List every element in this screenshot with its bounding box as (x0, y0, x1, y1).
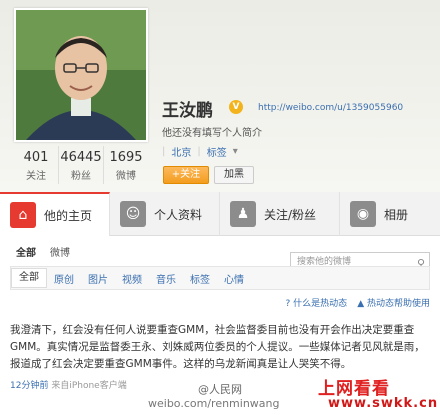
tab-profile-label: 个人资料 (154, 207, 203, 222)
hot-activity-help-label: 热动态帮助使用 (366, 299, 430, 309)
post-meta: 12分钟前 来自iPhone客户端 (10, 378, 127, 391)
filter-mood[interactable]: 心情 (217, 271, 251, 286)
profile-bio: 他还没有填写个人简介 (162, 128, 262, 139)
tab-home[interactable]: ⌂ 他的主页 (0, 192, 110, 236)
filter-tags[interactable]: 标签 (183, 271, 217, 286)
follow-icon: ♟ (230, 201, 256, 227)
chevron-down-icon[interactable]: ▾ (233, 146, 243, 157)
watermark-weibo-url: weibo.com/renminwang (148, 397, 280, 410)
tab-album-label: 相册 (384, 207, 409, 222)
watermark-renmin: @人民网 (198, 383, 242, 396)
camera-icon: ◉ (350, 201, 376, 227)
filter-music[interactable]: 音乐 (149, 271, 183, 286)
tag-link[interactable]: 标签 (207, 144, 227, 159)
feed-links: ? 什么是热动态 ▲ 热动态帮助使用 (286, 296, 430, 309)
stat-following[interactable]: 401 关注 (14, 146, 59, 184)
tab-home-label: 他的主页 (44, 208, 93, 223)
stat-followers-label: 粉丝 (71, 171, 91, 182)
tab-album[interactable]: ◉ 相册 (340, 192, 440, 236)
filter-weibo[interactable]: 微博 (50, 244, 70, 259)
profile-url-link[interactable]: http://weibo.com/u/1359055960 (258, 103, 403, 113)
hot-activity-link[interactable]: ? 什么是热动态 (286, 296, 348, 309)
profile-name: 王汝鹏 (162, 101, 213, 121)
stat-followers[interactable]: 46445 粉丝 (59, 146, 104, 184)
stat-posts-value: 1695 (109, 150, 143, 165)
avatar-photo (16, 10, 146, 140)
profile-stats: 401 关注 46445 粉丝 1695 微博 (14, 146, 148, 184)
post-text: 我澄清下，红会没有任何人说要重查GMM，社会监督委目前也没有开会作出决定要重查G… (10, 324, 425, 370)
filter-all-feeds[interactable]: 全部 (16, 244, 36, 259)
profile-meta: | 北京 | 标签 ▾ (162, 144, 243, 159)
post-source: 来自iPhone客户端 (51, 381, 127, 391)
location-link[interactable]: 北京 (171, 144, 191, 159)
filter-images[interactable]: 图片 (81, 271, 115, 286)
watermark-site-en: www.swkk.cn (328, 396, 439, 411)
stat-posts-label: 微博 (116, 171, 136, 182)
stat-followers-value: 46445 (60, 150, 102, 165)
home-icon: ⌂ (10, 202, 36, 228)
stat-following-value: 401 (23, 150, 49, 165)
profile-header: 401 关注 46445 粉丝 1695 微博 王汝鹏 V 5 http://w… (0, 0, 440, 192)
separator: | (162, 146, 166, 157)
block-button[interactable]: 加黑 (214, 166, 254, 184)
tab-follow-label: 关注/粉丝 (264, 207, 317, 222)
filter-video[interactable]: 视频 (115, 271, 149, 286)
filter-all[interactable]: 全部 (11, 268, 47, 288)
hot-activity-help-link[interactable]: ▲ 热动态帮助使用 (357, 296, 430, 309)
filter-original[interactable]: 原创 (47, 271, 81, 286)
verified-badge-icon[interactable]: V (229, 100, 243, 114)
avatar[interactable] (14, 8, 148, 142)
tab-profile[interactable]: ☺ 个人资料 (110, 192, 220, 236)
content-type-filters: 全部 原创 图片 视频 音乐 标签 心情 (10, 266, 430, 290)
profile-tabs: ⌂ 他的主页 ☺ 个人资料 ♟ 关注/粉丝 ◉ 相册 (0, 192, 440, 236)
tab-follow[interactable]: ♟ 关注/粉丝 (220, 192, 340, 236)
separator: | (197, 146, 201, 157)
follow-button[interactable]: +关注 (163, 166, 209, 184)
post-time-link[interactable]: 12分钟前 (10, 381, 48, 391)
stat-following-label: 关注 (26, 171, 46, 182)
profile-icon: ☺ (120, 201, 146, 227)
stat-posts[interactable]: 1695 微博 (104, 146, 148, 184)
hot-activity-label: 什么是热动态 (293, 299, 348, 309)
